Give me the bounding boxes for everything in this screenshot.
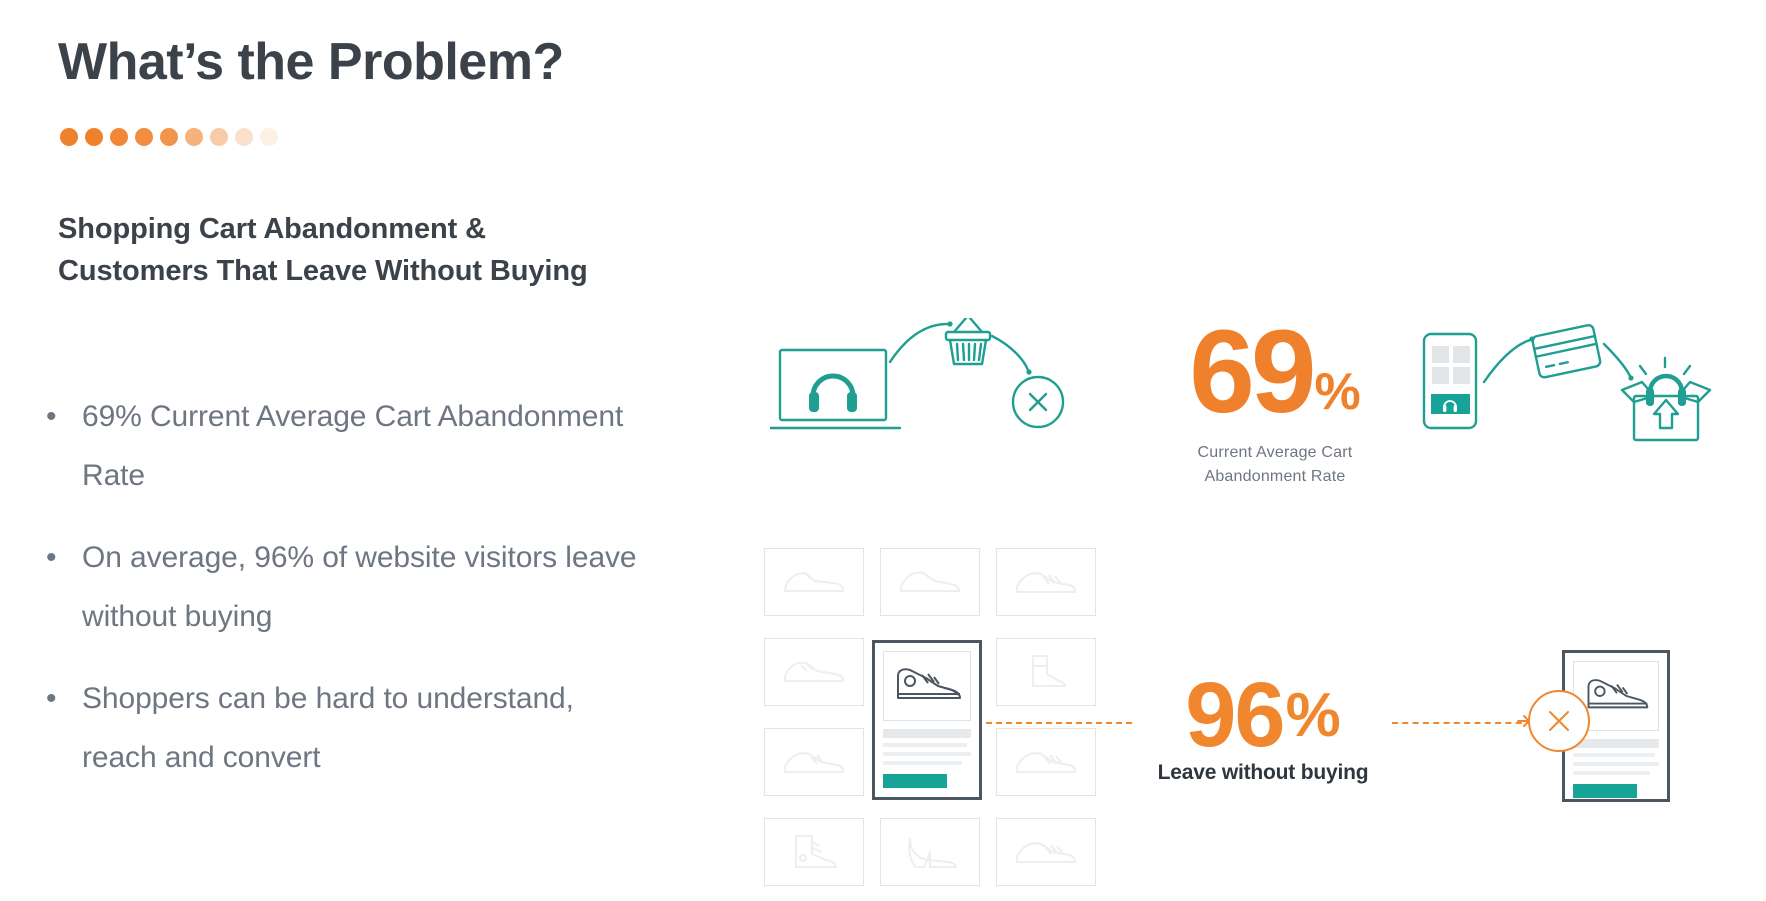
dress-shoe-icon [784,571,845,592]
progress-dot [210,128,228,146]
page-title: What’s the Problem? [58,33,564,91]
progress-dot [110,128,128,146]
progress-dots [60,128,278,146]
stat-caption: Leave without buying [1157,761,1369,785]
product-card[interactable] [996,728,1096,796]
phone-icon [1422,332,1478,430]
product-desc-line [883,743,967,747]
stat-number: 69 [1189,306,1316,438]
high-top-sneaker-icon [897,668,961,699]
sneaker-stripe-icon [1016,572,1077,593]
laptop-icon [778,348,888,422]
x-circle-icon [1011,375,1065,429]
slide-canvas: What’s the Problem? Shopping Cart Abando… [0,0,1766,901]
progress-dot [135,128,153,146]
stat-percent-sign: % [1285,680,1341,750]
product-card[interactable] [880,818,980,886]
product-desc-line [883,752,971,756]
sneaker-low-icon [900,571,961,592]
buy-button[interactable] [883,774,947,788]
product-desc-line [1573,762,1659,766]
selected-product-card[interactable] [872,640,982,800]
open-box-icon [1620,380,1712,442]
product-card[interactable] [764,548,864,616]
bullet-marker-icon: • [46,682,57,715]
oxford-shoe-icon [784,661,845,682]
buy-button[interactable] [1573,784,1637,798]
product-card[interactable] [996,548,1096,616]
shopping-basket-icon [944,316,992,366]
product-desc-line [1573,753,1655,757]
bullet-marker-icon: • [46,400,57,433]
list-item: • Shoppers can be hard to understand, re… [40,670,640,787]
stat-number: 96 [1185,664,1285,766]
stat-percent-sign: % [1314,363,1361,421]
purchase-flow-illustration [1418,320,1718,455]
product-title-placeholder [883,729,971,738]
product-card[interactable] [880,548,980,616]
bullet-text: 69% Current Average Cart Abandonment Rat… [82,400,624,492]
subheading-line-1: Shopping Cart Abandonment & [58,213,486,245]
stat-leave-without-buying: 96 % Leave without buying [1138,664,1388,785]
product-text-lines [883,729,971,765]
stat-cart-abandonment: 69 % Current Average Cart Abandonment Ra… [1160,306,1390,489]
high-heel-icon [908,837,958,868]
stat-value-row: 96 % [1138,664,1388,766]
stat-value-row: 69 % [1160,306,1390,438]
bullet-list: • 69% Current Average Cart Abandonment R… [40,388,640,811]
credit-card-icon [1531,324,1602,379]
product-card[interactable] [996,638,1096,706]
product-desc-line [1573,771,1651,775]
ankle-boot-icon [1032,655,1067,687]
progress-dot [235,128,253,146]
product-card[interactable] [764,818,864,886]
bullet-text: Shoppers can be hard to understand, reac… [82,682,574,774]
bullet-text: On average, 96% of website visitors leav… [82,541,637,633]
progress-dot [85,128,103,146]
connector-line-left [986,722,1132,724]
product-card[interactable] [764,638,864,706]
stat-caption: Current Average Cart Abandonment Rate [1160,441,1390,489]
sneaker-icon [1016,842,1077,863]
stat-caption-line-2: Abandonment Rate [1204,467,1346,485]
laptop-abandonment-illustration [768,316,1070,458]
product-title-placeholder [1573,739,1659,748]
product-image [883,651,971,721]
progress-dot [260,128,278,146]
list-item: • On average, 96% of website visitors le… [40,529,640,646]
high-top-sneaker-icon [1587,679,1649,709]
work-boot-icon [795,835,838,868]
product-text-lines [1573,739,1659,775]
trainer-icon [1016,752,1077,773]
product-desc-line [883,761,963,765]
subheading-line-2: Customers That Leave Without Buying [58,255,588,288]
x-circle-icon [1528,690,1590,752]
section-subheading: Shopping Cart Abandonment & Customers Th… [58,208,588,292]
connector-line-right [1392,722,1532,724]
bullet-marker-icon: • [46,541,57,574]
progress-dot [60,128,78,146]
product-card[interactable] [996,818,1096,886]
stat-caption-line-1: Current Average Cart [1197,443,1353,461]
list-item: • 69% Current Average Cart Abandonment R… [40,388,640,505]
running-shoe-icon [784,752,845,773]
progress-dot [160,128,178,146]
progress-dot [185,128,203,146]
product-card[interactable] [764,728,864,796]
